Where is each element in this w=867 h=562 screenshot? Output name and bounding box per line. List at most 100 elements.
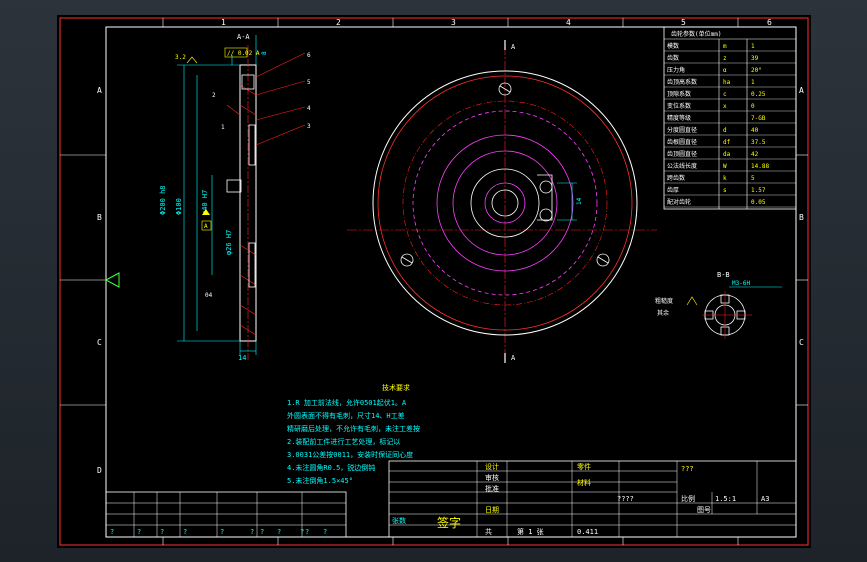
roughness-text: 3.2 <box>175 54 186 61</box>
detail-note-2: 其余 <box>657 309 669 317</box>
param-cell: 20° <box>751 67 762 74</box>
revision-block: ??????????? <box>105 491 347 538</box>
param-cell: 42 <box>751 151 759 158</box>
revision-cell: ? <box>183 528 187 536</box>
tb-drawing-label: 图号 <box>697 506 711 514</box>
section-view[interactable]: A-A Φ200 h8 Φ100 φ26 H7 φ40 H7 14 8 // 0… <box>159 33 311 362</box>
param-cell: 1 <box>751 79 755 86</box>
param-cell: 分度圆直径 <box>667 126 697 134</box>
param-cell: s <box>723 187 727 194</box>
drawing-svg: 1 2 3 4 5 6 A B C D A B C A-A Φ200 h8 Φ1… <box>59 17 809 546</box>
param-cell: α <box>723 67 727 74</box>
param-cell: d <box>723 127 727 134</box>
callout-4: 4 <box>307 105 311 112</box>
tech-req-line-5: 3.0031公差按0011，安装时保证同心度 <box>287 450 413 459</box>
tech-req-title: 技术要求 <box>382 383 410 392</box>
grid-row-a-right: A <box>799 86 804 95</box>
revision-cell: ? <box>260 528 264 536</box>
param-cell: 5 <box>751 175 755 182</box>
param-cell: 跨齿数 <box>667 174 685 182</box>
title-block: 设计 审核 批准 零件 材料 ???? ??? 比例 1.5:1 A3 图号 张… <box>388 460 797 538</box>
revision-cell: ? <box>110 528 114 536</box>
param-cell: m <box>723 43 727 50</box>
front-view[interactable]: 14 A A <box>347 40 657 363</box>
param-cell: 1.57 <box>751 187 766 194</box>
dim-height: 8 <box>261 51 268 55</box>
tb-sign: 签字 <box>437 515 461 530</box>
section-mark-top: A <box>511 43 516 51</box>
param-cell: k <box>723 175 727 182</box>
param-cell: 齿顶高系数 <box>667 78 697 86</box>
tech-req-line-2: 外圆表面不得有毛刺，尺寸14、H工差 <box>287 411 405 420</box>
callout-1: 1 <box>221 124 225 131</box>
param-cell: 顶隙系数 <box>667 90 691 98</box>
param-cell: 39 <box>751 55 759 62</box>
param-cell: 齿顶圆直径 <box>667 150 697 158</box>
parameter-table: 齿轮参数(单位mm) 模数 m 1 齿数 z 39 压力角 α 20° 齿顶高系数 ha 1 顶隙系数 c… <box>663 26 797 210</box>
param-cell: 精度等级 <box>667 114 691 122</box>
drawing-canvas[interactable]: 1 2 3 4 5 6 A B C D A B C A-A Φ200 h8 Φ1… <box>57 15 811 548</box>
roughness-icon <box>186 56 198 64</box>
dim-diameter-1: Φ200 h8 <box>159 185 167 215</box>
callout-6: 6 <box>307 52 311 59</box>
inner-frame <box>105 26 797 538</box>
grid-row-b: B <box>97 213 102 222</box>
gdt-text: // 0.02 A <box>227 50 260 57</box>
param-cell: 1 <box>751 43 755 50</box>
callout-04: 04 <box>205 292 213 299</box>
param-cell: 压力角 <box>667 66 685 74</box>
param-cell: 40 <box>751 127 759 134</box>
param-cell: 7-GB <box>751 115 766 122</box>
tb-material-label: 材料 <box>577 478 591 487</box>
revision-cell: ? <box>137 528 141 536</box>
revision-cell: ? <box>277 528 281 536</box>
outer-frame <box>59 17 809 546</box>
cad-viewport[interactable]: 1 2 3 4 5 6 A B C D A B C A-A Φ200 h8 Φ1… <box>0 0 867 562</box>
dim-width: 14 <box>238 354 246 362</box>
tb-design-label: 设计 <box>485 462 499 471</box>
grid-row-a: A <box>97 86 102 95</box>
param-cell: 14.88 <box>751 163 769 170</box>
param-table-title: 齿轮参数(单位mm) <box>671 30 721 38</box>
grid-row-d: D <box>97 466 102 475</box>
tb-check-label: 审核 <box>485 473 499 482</box>
keyway-slot <box>537 174 553 221</box>
revision-cell: ? <box>300 528 304 536</box>
tb-part-label: 零件 <box>577 462 591 471</box>
param-cell: z <box>723 55 727 62</box>
grid-row-c-right: C <box>799 338 804 347</box>
revision-cell: ? <box>323 528 327 536</box>
revision-cell: ? <box>305 528 309 536</box>
grid-col-6: 6 <box>767 18 772 27</box>
tech-req-line-1: 1.R 加工前法线，允许0501起伏1。A <box>287 398 407 407</box>
grid-col-4: 4 <box>566 18 571 27</box>
detail-dim: M3-6H <box>732 280 750 287</box>
param-cell: 变位系数 <box>667 102 691 110</box>
param-cell: df <box>723 139 731 146</box>
detail-label: B-B <box>717 271 730 279</box>
param-cell: 0.25 <box>751 91 766 98</box>
technical-requirements: 技术要求 1.R 加工前法线，允许0501起伏1。A 外圆表面不得有毛刺，尺寸1… <box>287 383 420 485</box>
revision-cell: ? <box>220 528 224 536</box>
param-cell: 模数 <box>667 42 679 50</box>
param-cell: 公法线长度 <box>667 162 697 170</box>
detail-roughness-icon <box>686 296 698 306</box>
callout-5: 5 <box>307 79 311 86</box>
grid-col-5: 5 <box>681 18 686 27</box>
detail-note-1: 粗糙度 <box>655 297 673 305</box>
detail-view[interactable]: B-B M3-6H 粗糙度 其余 <box>655 271 782 339</box>
tb-scale-label: 比例 <box>681 494 695 503</box>
tb-date-label: 日期 <box>485 506 499 514</box>
param-cell: 配对齿轮 <box>667 198 691 206</box>
param-cell: 0 <box>751 103 755 110</box>
param-cell: 37.5 <box>751 139 766 146</box>
param-cell: ha <box>723 79 731 86</box>
tb-sheet-label: 张数 <box>392 516 406 525</box>
param-cell: da <box>723 151 731 158</box>
zone-ticks <box>60 18 808 545</box>
callout-3: 3 <box>307 123 311 130</box>
tech-req-line-6: 4.未注圆角R0.5，锐边倒钝 <box>287 463 375 472</box>
centering-arrow-icon <box>104 272 120 288</box>
revision-cell: ? <box>250 528 254 536</box>
tech-req-line-3: 精研磨后处理，不允许有毛刺，未注工差按 <box>287 424 420 433</box>
